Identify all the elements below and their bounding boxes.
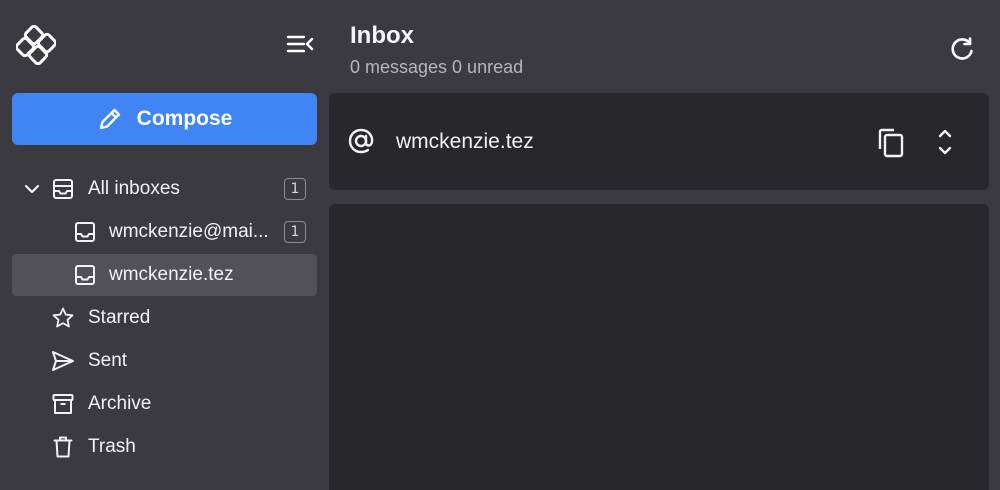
compose-label: Compose [136, 107, 233, 130]
send-icon [51, 349, 75, 373]
address-card: wmckenzie.tez [329, 93, 989, 190]
all-inboxes-icon [51, 177, 75, 201]
sidebar-item-starred[interactable]: Starred [12, 297, 317, 339]
unread-count-badge: 1 [284, 221, 306, 243]
inbox-icon [73, 263, 97, 287]
sidebar-item-archive[interactable]: Archive [12, 383, 317, 425]
unread-count-badge: 1 [284, 178, 306, 200]
sidebar-item-label: Starred [88, 307, 151, 328]
sidebar-item-account-tez[interactable]: wmckenzie.tez [12, 254, 317, 296]
sidebar-item-sent[interactable]: Sent [12, 340, 317, 382]
sidebar-item-label: wmckenzie.tez [109, 264, 234, 285]
compose-button[interactable]: Compose [12, 93, 317, 145]
copy-icon[interactable] [875, 126, 907, 158]
archive-icon [51, 392, 75, 416]
logo-icon[interactable] [14, 24, 58, 66]
pencil-icon [97, 106, 123, 132]
collapse-sidebar-icon[interactable] [284, 31, 316, 59]
refresh-icon[interactable] [946, 34, 978, 66]
sidebar-item-all-inboxes[interactable]: All inboxes 1 [12, 168, 317, 210]
inbox-icon [73, 220, 97, 244]
sidebar: Compose All inboxes 1 wmckenzie@mai... 1… [0, 0, 328, 490]
at-icon [345, 125, 377, 157]
sidebar-item-label: All inboxes [88, 178, 180, 199]
sidebar-item-label: Archive [88, 393, 152, 414]
sidebar-item-trash[interactable]: Trash [12, 426, 317, 468]
chevron-down-icon[interactable] [20, 177, 44, 201]
email-address: wmckenzie.tez [396, 130, 534, 153]
sidebar-item-label: Sent [88, 350, 128, 371]
star-icon [51, 306, 75, 330]
expand-icon[interactable] [932, 126, 958, 158]
sidebar-item-label: wmckenzie@mai... [109, 221, 269, 242]
sidebar-item-label: Trash [88, 436, 136, 457]
message-count-status: 0 messages 0 unread [350, 57, 524, 77]
sidebar-item-account-mail[interactable]: wmckenzie@mai... 1 [12, 211, 317, 253]
page-title: Inbox [350, 22, 414, 49]
trash-icon [51, 435, 75, 459]
message-list-panel [329, 204, 989, 490]
